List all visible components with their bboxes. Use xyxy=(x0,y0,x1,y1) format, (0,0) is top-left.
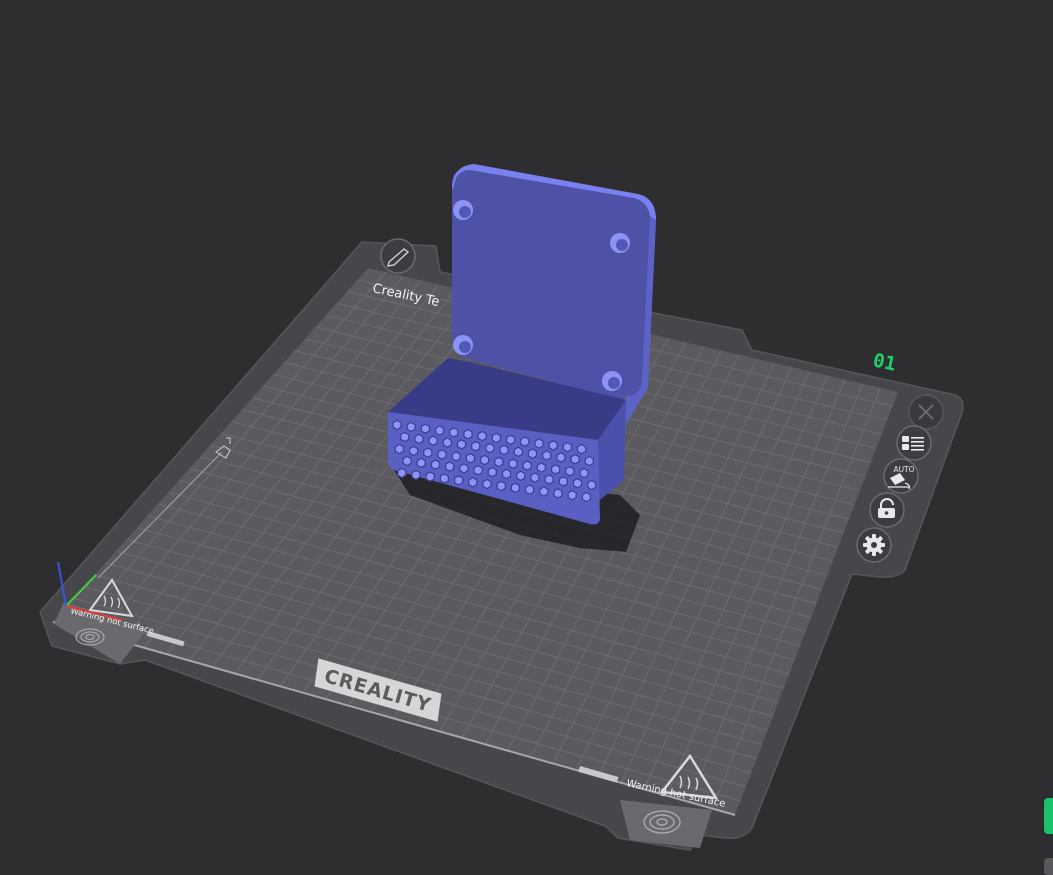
honeycomb-cell xyxy=(454,475,464,486)
honeycomb-cell xyxy=(456,439,467,450)
honeycomb-cell xyxy=(480,454,490,466)
honeycomb-cell xyxy=(499,444,509,456)
honeycomb-cell xyxy=(463,428,473,440)
honeycomb-cell xyxy=(465,452,475,464)
honeycomb-cell xyxy=(420,423,430,434)
honeycomb-cell xyxy=(392,419,402,431)
honeycomb-cell xyxy=(542,450,552,461)
honeycomb-cell xyxy=(558,476,568,487)
sidebar-slice-button[interactable] xyxy=(1044,798,1053,834)
honeycomb-cell xyxy=(508,458,518,470)
honeycomb-cell xyxy=(430,459,441,470)
honeycomb-cell xyxy=(570,453,580,465)
honeycomb-cell xyxy=(394,443,404,455)
auto-orient-label: AUTO xyxy=(893,465,914,474)
sidebar-collapse-handle[interactable] xyxy=(1044,858,1053,875)
honeycomb-cell xyxy=(536,462,547,473)
screw-hole xyxy=(610,233,630,253)
honeycomb-cell xyxy=(530,472,540,483)
honeycomb-cell xyxy=(496,480,506,492)
honeycomb-cell xyxy=(435,425,445,436)
honeycomb-cell xyxy=(584,455,594,467)
screw-hole xyxy=(602,371,622,391)
screw-hole xyxy=(453,335,473,355)
honeycomb-cell xyxy=(425,471,435,482)
3d-viewport[interactable]: Creality Te CREALITY Warning hot surface… xyxy=(0,0,1053,875)
honeycomb-cell xyxy=(524,484,535,495)
honeycomb-cell xyxy=(520,436,530,447)
honeycomb-cell xyxy=(416,457,426,469)
honeycomb-cell xyxy=(506,434,516,446)
honeycomb-cell xyxy=(459,463,469,474)
arrange-plate-button[interactable] xyxy=(896,425,932,461)
honeycomb-cell xyxy=(579,467,589,479)
honeycomb-cell xyxy=(439,473,449,484)
honeycomb-cell xyxy=(414,433,424,445)
honeycomb-cell xyxy=(482,478,492,490)
honeycomb-cell xyxy=(491,432,501,444)
honeycomb-cell xyxy=(522,460,532,471)
honeycomb-cell xyxy=(567,489,577,501)
honeycomb-cell xyxy=(411,469,421,481)
honeycomb-cell xyxy=(423,447,433,458)
honeycomb-cell xyxy=(576,443,587,455)
honeycomb-cell xyxy=(587,479,597,491)
honeycomb-cell xyxy=(534,438,544,449)
honeycomb-cell xyxy=(544,474,554,485)
build-plate-scene[interactable]: Creality Te CREALITY Warning hot surface… xyxy=(0,0,1053,875)
plate-settings-button[interactable] xyxy=(856,527,892,563)
honeycomb-cell xyxy=(406,421,416,433)
honeycomb-cell xyxy=(510,482,521,494)
plate-number: 01 xyxy=(871,349,898,375)
auto-orient-button[interactable]: AUTO xyxy=(883,458,919,494)
close-plate-button[interactable] xyxy=(908,394,944,430)
honeycomb-cell xyxy=(516,470,526,482)
honeycomb-cell xyxy=(468,476,478,488)
honeycomb-cell xyxy=(485,442,495,454)
honeycomb-cell xyxy=(451,451,461,462)
honeycomb-cell xyxy=(513,446,523,458)
honeycomb-cell xyxy=(562,441,573,453)
honeycomb-cell xyxy=(400,431,410,443)
honeycomb-cell xyxy=(565,465,575,477)
plate-name-edit-button[interactable] xyxy=(380,238,416,274)
honeycomb-cell xyxy=(449,427,459,438)
honeycomb-cell xyxy=(402,455,412,467)
honeycomb-cell xyxy=(539,486,549,497)
honeycomb-cell xyxy=(487,466,497,478)
honeycomb-cell xyxy=(553,488,563,499)
honeycomb-cell xyxy=(397,467,407,479)
honeycomb-cell xyxy=(572,477,583,489)
gear-icon xyxy=(863,534,885,556)
honeycomb-cell xyxy=(501,468,512,480)
honeycomb-cell xyxy=(548,440,558,451)
honeycomb-cell xyxy=(442,437,452,448)
honeycomb-cell xyxy=(556,452,566,463)
honeycomb-cell xyxy=(445,461,455,472)
honeycomb-cell xyxy=(437,449,447,460)
honeycomb-cell xyxy=(428,435,438,446)
honeycomb-cell xyxy=(477,430,487,442)
honeycomb-cell xyxy=(494,456,504,468)
honeycomb-cell xyxy=(527,448,538,459)
honeycomb-cell xyxy=(409,445,419,457)
screw-hole xyxy=(453,200,473,220)
honeycomb-cell xyxy=(473,464,483,476)
honeycomb-cell xyxy=(550,464,561,475)
lock-plate-button[interactable] xyxy=(869,492,905,528)
honeycomb-cell xyxy=(581,491,592,503)
honeycomb-cell xyxy=(471,440,481,452)
